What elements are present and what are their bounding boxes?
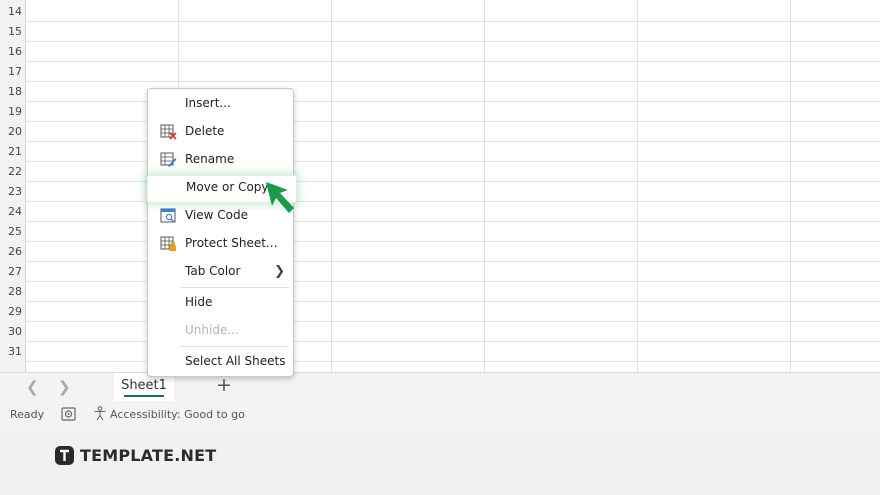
column-gridline	[331, 0, 332, 372]
menu-item-label: Hide	[185, 295, 213, 309]
status-bar: Ready Accessibility: Good to go	[0, 402, 880, 428]
row-number[interactable]: 15	[0, 22, 25, 42]
menu-item-rename[interactable]: Rename	[148, 147, 293, 173]
scroll-right-arrow-icon[interactable]: ❯	[58, 378, 71, 396]
accessibility-status[interactable]: Accessibility: Good to go	[110, 408, 245, 421]
menu-item-tab-color[interactable]: Tab Color ❯	[148, 259, 293, 285]
row-number[interactable]: 26	[0, 242, 25, 262]
menu-item-label: Rename	[185, 152, 235, 166]
row-gridline	[25, 81, 880, 82]
menu-item-label: Tab Color	[185, 264, 241, 278]
column-gridline	[637, 0, 638, 372]
view-code-icon	[160, 208, 177, 224]
menu-item-select-all-sheets[interactable]: Select All Sheets	[148, 349, 293, 375]
row-gridline	[25, 41, 880, 42]
row-number[interactable]: 29	[0, 302, 25, 322]
protect-sheet-icon	[160, 236, 177, 252]
row-number[interactable]: 27	[0, 262, 25, 282]
row-number[interactable]: 22	[0, 162, 25, 182]
row-number[interactable]: 17	[0, 62, 25, 82]
row-gridline	[25, 61, 880, 62]
menu-item-delete[interactable]: Delete	[148, 119, 293, 145]
row-number[interactable]: 31	[0, 342, 25, 362]
brand-logo-text: TEMPLATE.NET	[80, 446, 217, 465]
row-number[interactable]: 23	[0, 182, 25, 202]
menu-item-hide[interactable]: Hide	[148, 290, 293, 316]
submenu-chevron-right-icon: ❯	[274, 264, 285, 279]
menu-separator	[181, 346, 289, 347]
column-gridline	[790, 0, 791, 372]
sheet-tab-bar: ❮ ❯ Sheet1 +	[0, 372, 880, 403]
rename-sheet-icon	[160, 152, 177, 168]
add-sheet-button[interactable]: +	[216, 374, 232, 396]
row-number[interactable]: 20	[0, 122, 25, 142]
row-number[interactable]: 16	[0, 42, 25, 62]
row-number[interactable]: 25	[0, 222, 25, 242]
row-number[interactable]: 30	[0, 322, 25, 342]
row-number[interactable]: 14	[0, 2, 25, 22]
active-tab-underline	[124, 395, 164, 397]
menu-item-label: Delete	[185, 124, 225, 138]
menu-item-unhide: Unhide...	[148, 318, 293, 344]
template-logo-icon	[55, 446, 74, 465]
delete-sheet-icon	[160, 124, 177, 140]
menu-item-label: Unhide...	[185, 323, 239, 337]
sheet-tab-sheet1[interactable]: Sheet1	[114, 373, 174, 401]
menu-item-label: Select All Sheets	[185, 354, 286, 368]
menu-item-label: Protect Sheet...	[185, 236, 278, 250]
spreadsheet-grid[interactable]: 14 15 16 17 18 19 20 21 22 23 24 25 26 27 28 29 30 31	[0, 0, 880, 372]
row-header-column: 14 15 16 17 18 19 20 21 22 23 24 25 26 27 28 29 30 31	[0, 0, 26, 372]
row-number[interactable]: 19	[0, 102, 25, 122]
status-ready: Ready	[10, 408, 45, 421]
row-number[interactable]: 28	[0, 282, 25, 302]
menu-item-label: View Code	[185, 208, 249, 222]
menu-item-insert[interactable]: Insert...	[148, 91, 293, 117]
menu-item-label: Insert...	[185, 96, 231, 110]
pointer-arrow-icon	[266, 182, 294, 213]
sheet-context-menu: Insert... Delete Rename Move or Copy...	[147, 88, 297, 377]
macro-recorder-icon[interactable]	[61, 407, 76, 424]
column-gridline	[484, 0, 485, 372]
menu-separator	[181, 287, 289, 288]
scroll-left-arrow-icon[interactable]: ❮	[26, 378, 39, 396]
row-number[interactable]: 21	[0, 142, 25, 162]
branding-footer: TEMPLATE.NET	[0, 428, 880, 495]
accessibility-icon[interactable]	[93, 406, 107, 424]
row-number[interactable]: 18	[0, 82, 25, 102]
menu-item-protect-sheet[interactable]: Protect Sheet...	[148, 231, 293, 257]
row-gridline	[25, 21, 880, 22]
sheet-tab-label: Sheet1	[121, 378, 167, 393]
row-number[interactable]: 24	[0, 202, 25, 222]
